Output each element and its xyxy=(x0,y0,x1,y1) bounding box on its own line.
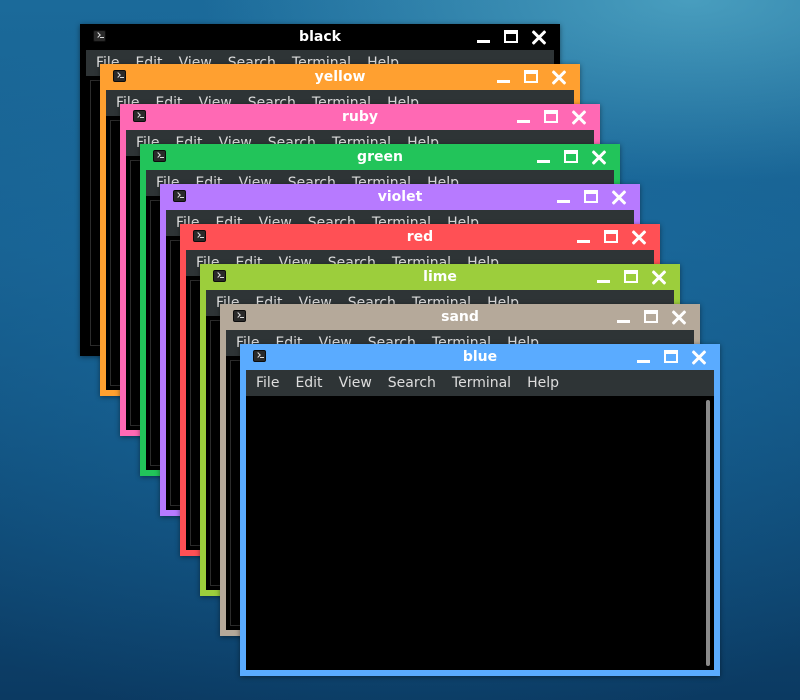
minimize-icon[interactable] xyxy=(552,187,574,207)
window-titlebar[interactable]: ruby xyxy=(126,104,594,130)
window-titlebar[interactable]: black xyxy=(86,24,554,50)
window-titlebar[interactable]: red xyxy=(186,224,654,250)
menu-item-terminal[interactable]: Terminal xyxy=(444,370,519,396)
maximize-icon[interactable] xyxy=(500,27,522,47)
maximize-icon[interactable] xyxy=(600,227,622,247)
maximize-icon[interactable] xyxy=(520,67,542,87)
close-icon[interactable] xyxy=(628,227,650,247)
menu-item-file[interactable]: File xyxy=(248,370,287,396)
window-titlebar[interactable]: lime xyxy=(206,264,674,290)
close-icon[interactable] xyxy=(588,147,610,167)
menu-bar: File Edit View Search Terminal Help xyxy=(246,370,714,396)
minimize-icon[interactable] xyxy=(572,227,594,247)
window-titlebar[interactable]: violet xyxy=(166,184,634,210)
maximize-icon[interactable] xyxy=(660,347,682,367)
close-icon[interactable] xyxy=(568,107,590,127)
minimize-icon[interactable] xyxy=(512,107,534,127)
close-icon[interactable] xyxy=(648,267,670,287)
maximize-icon[interactable] xyxy=(620,267,642,287)
minimize-icon[interactable] xyxy=(632,347,654,367)
menu-item-search[interactable]: Search xyxy=(380,370,444,396)
close-icon[interactable] xyxy=(528,27,550,47)
terminal-window-blue[interactable]: blue File Edit View Search Terminal Help xyxy=(240,344,720,676)
window-titlebar[interactable]: blue xyxy=(246,344,714,370)
close-icon[interactable] xyxy=(668,307,690,327)
menu-item-help[interactable]: Help xyxy=(519,370,567,396)
close-icon[interactable] xyxy=(548,67,570,87)
minimize-icon[interactable] xyxy=(592,267,614,287)
terminal-area[interactable] xyxy=(246,396,714,670)
maximize-icon[interactable] xyxy=(560,147,582,167)
menu-item-view[interactable]: View xyxy=(331,370,380,396)
window-titlebar[interactable]: green xyxy=(146,144,614,170)
window-titlebar[interactable]: sand xyxy=(226,304,694,330)
scrollbar[interactable] xyxy=(706,400,710,666)
maximize-icon[interactable] xyxy=(640,307,662,327)
window-titlebar[interactable]: yellow xyxy=(106,64,574,90)
close-icon[interactable] xyxy=(688,347,710,367)
menu-item-edit[interactable]: Edit xyxy=(287,370,330,396)
maximize-icon[interactable] xyxy=(580,187,602,207)
maximize-icon[interactable] xyxy=(540,107,562,127)
minimize-icon[interactable] xyxy=(612,307,634,327)
close-icon[interactable] xyxy=(608,187,630,207)
minimize-icon[interactable] xyxy=(532,147,554,167)
minimize-icon[interactable] xyxy=(472,27,494,47)
desktop: black File Edit View Search Terminal Help yello… xyxy=(0,0,800,700)
minimize-icon[interactable] xyxy=(492,67,514,87)
